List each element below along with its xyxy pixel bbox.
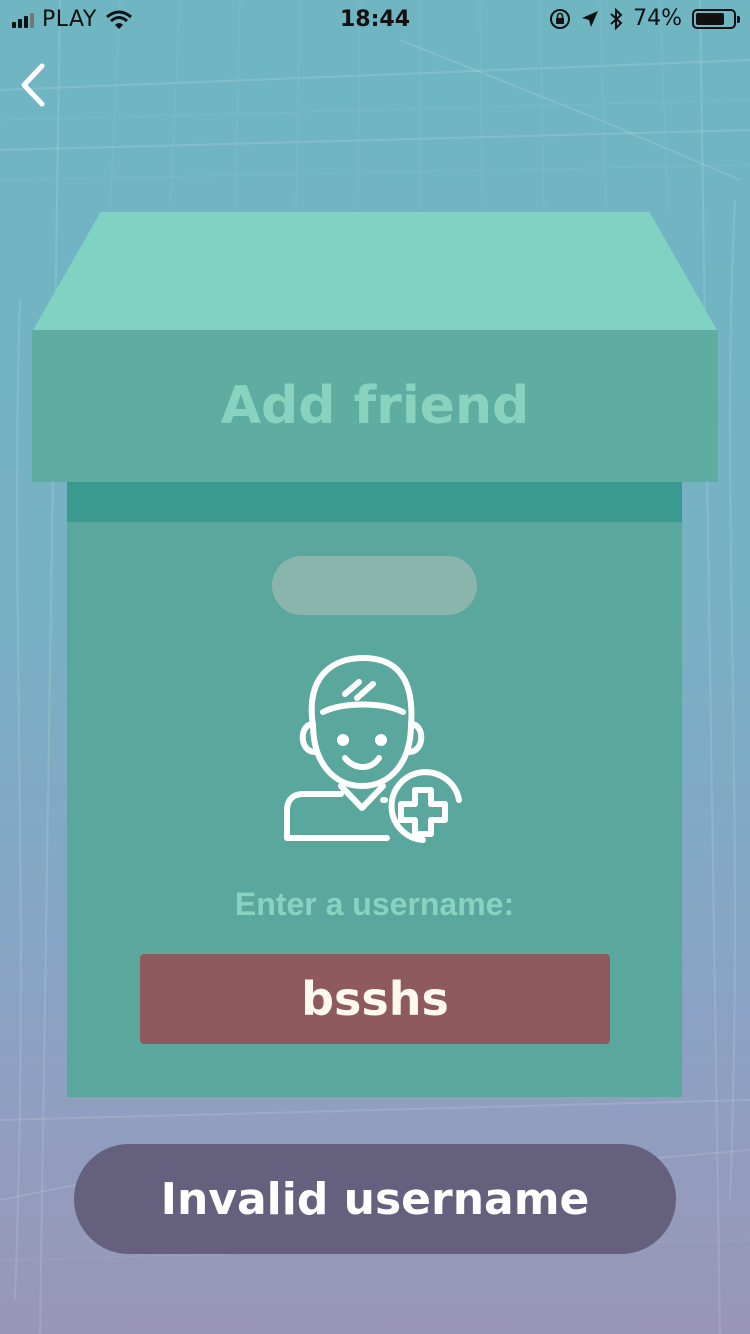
page-title: Add friend xyxy=(220,376,530,436)
battery-percent: 74% xyxy=(633,6,682,31)
back-button[interactable] xyxy=(14,60,54,110)
add-friend-card: Enter a username: xyxy=(67,482,682,1097)
username-prompt: Enter a username: xyxy=(234,886,515,922)
battery-icon xyxy=(692,8,740,29)
error-message: Invalid username xyxy=(160,1173,590,1225)
location-arrow-icon xyxy=(582,10,599,27)
chevron-left-icon xyxy=(21,63,45,107)
box-lid-front: Add friend xyxy=(32,330,718,482)
box-handle xyxy=(272,556,477,615)
orientation-lock-icon xyxy=(550,8,571,29)
username-input[interactable] xyxy=(140,954,610,1044)
bluetooth-icon xyxy=(610,7,623,30)
lid-shadow xyxy=(67,482,682,522)
status-right: 74% xyxy=(549,6,740,31)
add-user-icon xyxy=(284,655,462,843)
status-bar: PLAY 18:44 74% xyxy=(0,0,750,40)
box-lid-top xyxy=(32,212,718,332)
invalid-username-banner[interactable]: Invalid username xyxy=(74,1144,676,1254)
